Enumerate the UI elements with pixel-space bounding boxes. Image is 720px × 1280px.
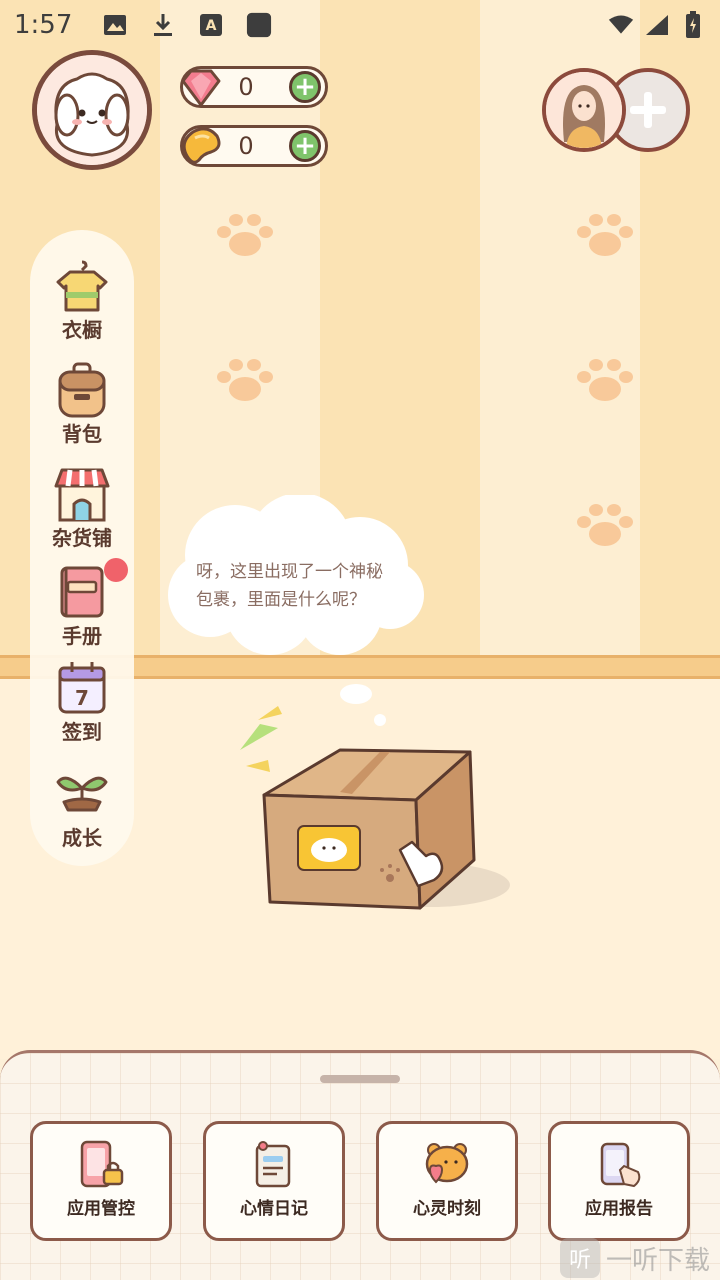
- paw-print-icon: [577, 504, 633, 546]
- shop-icon: [54, 468, 110, 522]
- app-control-label: 应用管控: [67, 1199, 135, 1219]
- girl-avatar-icon: [546, 72, 622, 148]
- diary-icon: [255, 1141, 291, 1188]
- app-report-card[interactable]: 应用报告: [548, 1121, 690, 1241]
- app-control-card[interactable]: 应用管控: [30, 1121, 172, 1241]
- calendar-icon: 7: [58, 662, 106, 714]
- sidebar-item-label: 签到: [62, 720, 102, 744]
- plus-icon: [630, 92, 666, 128]
- sidebar-item-shop[interactable]: 杂货铺: [30, 464, 134, 551]
- battery-icon: [680, 11, 706, 38]
- sprout-icon: [56, 776, 108, 812]
- sidebar-item-label: 衣橱: [62, 318, 102, 342]
- paw-print-icon: [217, 359, 273, 401]
- sidebar-item-label: 手册: [62, 624, 102, 648]
- watermark-logo-icon: 听: [560, 1238, 600, 1278]
- mystery-package[interactable]: [230, 680, 530, 920]
- speech-text: 呀，这里出现了一个神秘 包裹，里面是什么呢？: [196, 558, 416, 614]
- sidebar-menu: 衣橱 背包 杂货铺 手册 7 签到 成长: [30, 230, 134, 866]
- mood-diary-card[interactable]: 心情日记: [203, 1121, 345, 1241]
- paw-print-icon: [217, 214, 273, 256]
- gem-counter: 0 +: [180, 66, 328, 108]
- watermark-text: 一听下载: [606, 1245, 711, 1276]
- wifi-icon: [608, 12, 634, 38]
- add-gems-button[interactable]: +: [289, 71, 321, 103]
- status-bar: 1:57 A: [0, 0, 720, 50]
- calendar-day: 7: [75, 686, 89, 710]
- sidebar-item-wardrobe[interactable]: 衣橱: [30, 256, 134, 343]
- handbook-icon: [60, 566, 104, 618]
- package-icon: [240, 706, 510, 910]
- mind-moment-label: 心灵时刻: [413, 1199, 481, 1219]
- bean-icon: [182, 127, 221, 164]
- square-icon: [246, 12, 272, 38]
- paw-print-icon: [577, 359, 633, 401]
- panel-drag-handle[interactable]: [320, 1075, 400, 1083]
- puppy-avatar-icon: [37, 55, 147, 165]
- add-beans-button[interactable]: +: [289, 130, 321, 162]
- bear-heart-icon: [425, 1143, 469, 1184]
- sidebar-item-label: 背包: [62, 422, 102, 446]
- text-icon: A: [198, 12, 224, 38]
- watermark: 听 一听下载: [560, 1236, 720, 1280]
- sidebar-item-label: 杂货铺: [52, 526, 112, 550]
- svg-text:A: A: [206, 18, 217, 34]
- mood-diary-label: 心情日记: [240, 1199, 308, 1219]
- signal-icon: [644, 12, 670, 38]
- notification-badge: [104, 558, 128, 582]
- bean-counter: 0 +: [180, 125, 328, 167]
- sidebar-item-growth[interactable]: 成长: [30, 764, 134, 851]
- wardrobe-icon: [56, 260, 108, 312]
- download-icon: [150, 12, 176, 38]
- status-time: 1:57: [14, 10, 73, 40]
- speech-line-1: 呀，这里出现了一个神秘: [196, 562, 383, 582]
- sidebar-item-label: 成长: [62, 826, 102, 850]
- app-report-label: 应用报告: [585, 1199, 653, 1219]
- friend-avatar[interactable]: [542, 68, 626, 152]
- backpack-icon: [58, 362, 106, 418]
- user-avatar[interactable]: [32, 50, 152, 170]
- gem-icon: [181, 69, 221, 107]
- report-icon: [600, 1142, 641, 1188]
- image-icon: [102, 12, 128, 38]
- speech-line-2: 包裹，里面是什么呢？: [196, 590, 366, 610]
- sidebar-item-backpack[interactable]: 背包: [30, 360, 134, 447]
- sidebar-item-handbook[interactable]: 手册: [30, 558, 134, 649]
- sidebar-item-checkin[interactable]: 7 签到: [30, 658, 134, 745]
- mind-moment-card[interactable]: 心灵时刻: [376, 1121, 518, 1241]
- phone-lock-icon: [80, 1140, 124, 1188]
- paw-print-icon: [577, 214, 633, 256]
